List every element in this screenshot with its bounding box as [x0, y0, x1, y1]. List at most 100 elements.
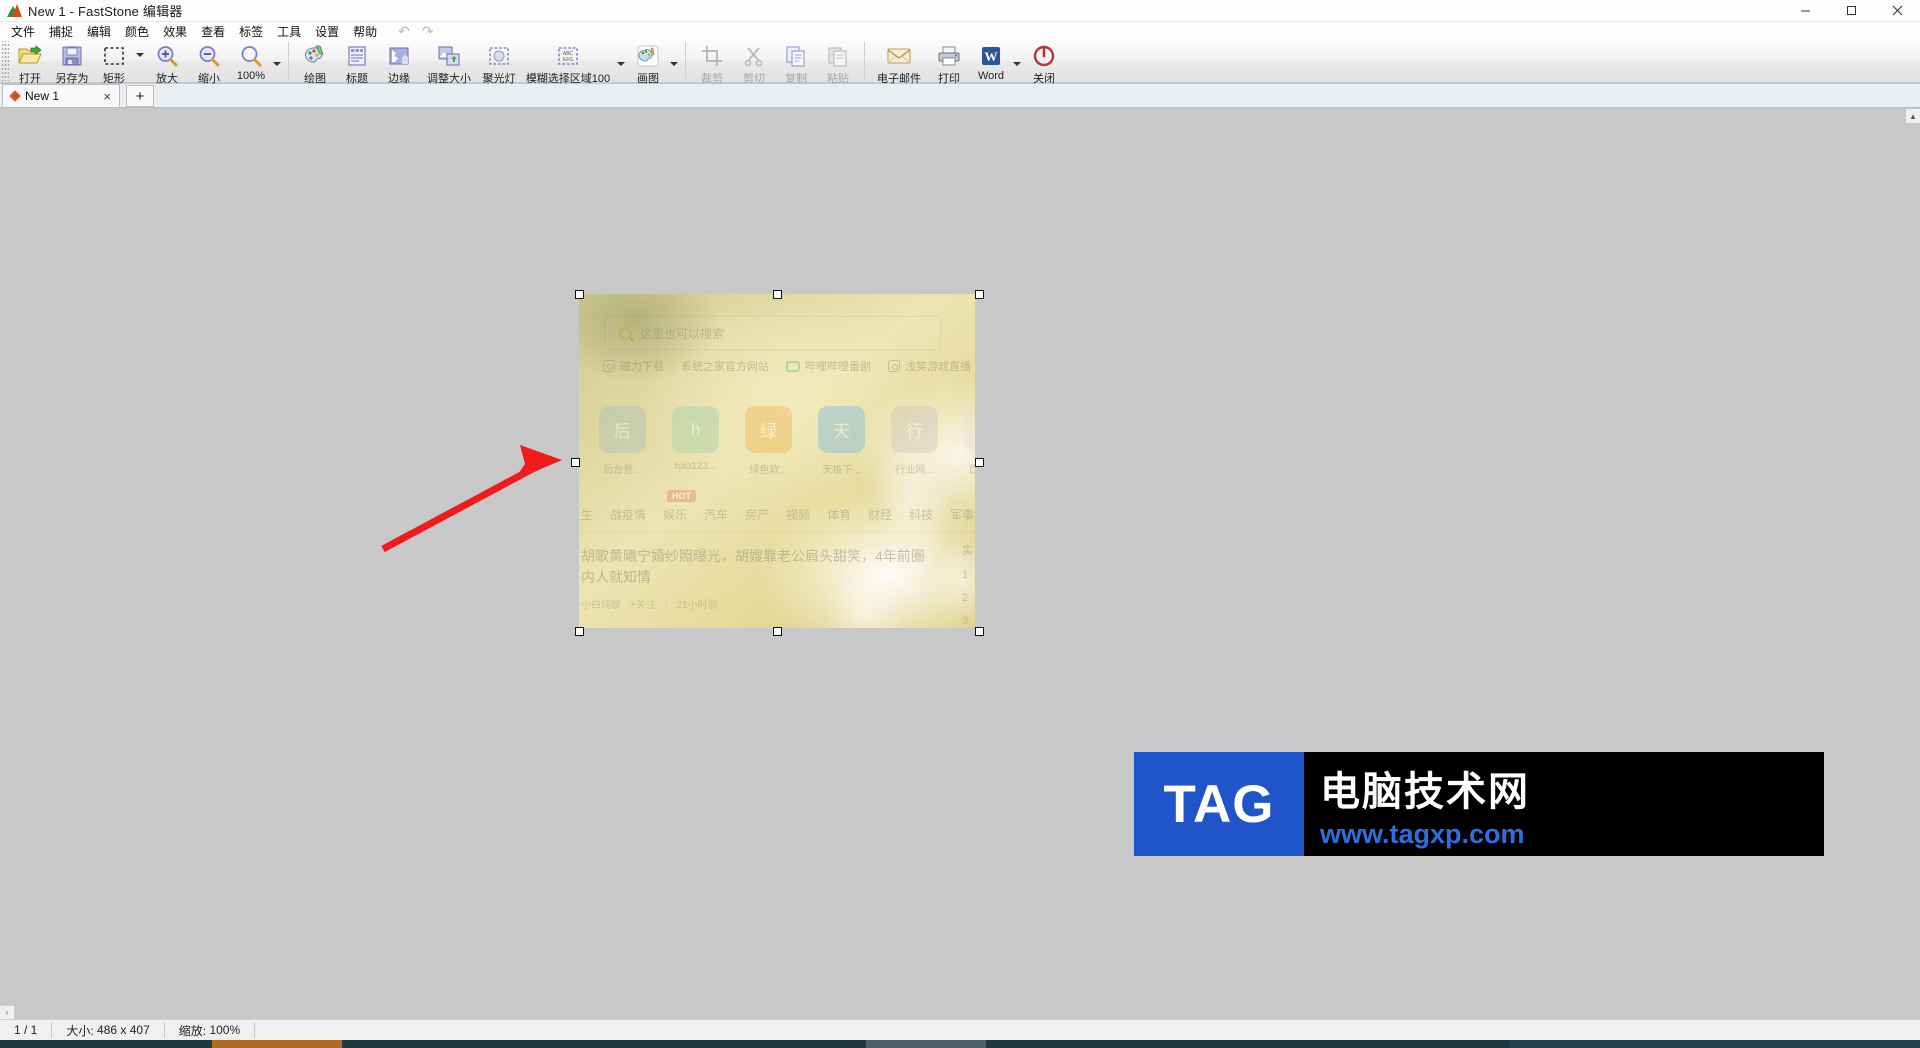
- toolbar-rectangle[interactable]: 矩形: [93, 40, 135, 86]
- tile-caption-3: 天极下...: [822, 465, 861, 476]
- menu-tools[interactable]: 工具: [270, 22, 308, 41]
- toolbar-paste[interactable]: 粘贴: [817, 40, 859, 86]
- quick-link-1[interactable]: 系统之家官方网站: [681, 358, 769, 374]
- toolbar-email[interactable]: 电子邮件: [870, 40, 928, 86]
- menu-help[interactable]: 帮助: [346, 22, 384, 41]
- homepage-search-box[interactable]: 这里也可以搜索: [605, 316, 941, 350]
- menu-file[interactable]: 文件: [4, 22, 42, 41]
- tile-caption-1: hao123...: [674, 461, 717, 472]
- tile-caption-4: 行业网...: [895, 465, 934, 476]
- selection-handle-s[interactable]: [772, 626, 782, 636]
- status-zoom: 缩放: 100%: [165, 1020, 254, 1041]
- canvas-scroll-left-button[interactable]: ‹: [0, 1005, 14, 1019]
- toolbar-open[interactable]: 打开: [9, 40, 51, 86]
- new-tab-button[interactable]: +: [126, 85, 154, 107]
- palette-draw-icon: [302, 43, 328, 69]
- toolbar-blur-region[interactable]: ABC EFG 模糊选择区域100: [520, 40, 616, 86]
- shortcut-tile[interactable]: 天 天极下...: [818, 406, 865, 476]
- pasted-screenshot-image[interactable]: 这里也可以搜索 磁力下载 系统之家官方网站 哔哩哔哩番剧 浅笑游戏直播 后 后台…: [579, 294, 975, 628]
- rectangle-dropdown-icon[interactable]: [136, 53, 144, 57]
- toolbar-grip[interactable]: [2, 41, 9, 81]
- image-canvas[interactable]: 这里也可以搜索 磁力下载 系统之家官方网站 哔哩哔哩番剧 浅笑游戏直播 后 后台…: [0, 109, 1920, 1019]
- tab-bar: New 1 × +: [0, 84, 1920, 108]
- quick-link-3[interactable]: 浅笑游戏直播: [888, 358, 971, 374]
- menu-view[interactable]: 查看: [194, 22, 232, 41]
- toolbar-save-as[interactable]: 另存为: [51, 40, 93, 86]
- news-follow-button[interactable]: +关注: [630, 596, 656, 611]
- maximize-button[interactable]: [1828, 0, 1874, 22]
- quick-link-3-label: 浅笑游戏直播: [905, 361, 971, 373]
- nav-item-2[interactable]: 娱乐: [663, 506, 687, 523]
- selection-handle-se[interactable]: [974, 626, 984, 636]
- toolbar-cut[interactable]: 剪切: [733, 40, 775, 86]
- nav-item-9[interactable]: 军事: [950, 506, 974, 523]
- edge-torn-icon: [386, 43, 412, 69]
- toolbar-resize[interactable]: 调整大小: [420, 40, 478, 86]
- toolbar-print[interactable]: 打印: [928, 40, 970, 86]
- toolbar-caption[interactable]: 标题: [336, 40, 378, 86]
- menu-capture[interactable]: 捕捉: [42, 22, 80, 41]
- nav-item-1[interactable]: 战疫情: [610, 506, 646, 523]
- play-icon: [888, 360, 900, 372]
- toolbar-zoom-out[interactable]: 缩小: [188, 40, 230, 86]
- quick-link-0[interactable]: 磁力下载: [603, 358, 664, 374]
- shortcut-tile[interactable]: h hao123...: [672, 406, 719, 476]
- nav-item-3[interactable]: 汽车: [704, 506, 728, 523]
- red-arrow-annotation[interactable]: [370, 439, 570, 564]
- blur-dropdown-icon[interactable]: [617, 62, 625, 66]
- nav-item-5[interactable]: 视频: [786, 506, 810, 523]
- paint-dropdown-icon[interactable]: [670, 62, 678, 66]
- toolbar-zoom-100[interactable]: 100%: [230, 40, 272, 82]
- toolbar-word[interactable]: W Word: [970, 40, 1012, 82]
- menu-color[interactable]: 颜色: [118, 22, 156, 41]
- menu-effects[interactable]: 效果: [156, 22, 194, 41]
- selection-handle-sw[interactable]: [574, 626, 584, 636]
- shortcut-tile[interactable]: 绿 绿色软...: [745, 406, 792, 476]
- menu-tags[interactable]: 标签: [232, 22, 270, 41]
- menu-edit[interactable]: 编辑: [80, 22, 118, 41]
- toolbar-crop[interactable]: 裁剪: [691, 40, 733, 86]
- tab-new-1[interactable]: New 1 ×: [2, 84, 120, 107]
- homepage-divider: [579, 531, 975, 532]
- shortcut-tile[interactable]: 行 行业网...: [891, 406, 938, 476]
- shortcut-tile[interactable]: 后 后台登...: [599, 406, 646, 476]
- rectangle-select-icon: [101, 43, 127, 69]
- minimize-button[interactable]: [1782, 0, 1828, 22]
- zoom-out-icon: [196, 43, 222, 69]
- selection-handle-e[interactable]: [974, 457, 984, 467]
- canvas-scroll-up-button[interactable]: ▲: [1906, 109, 1920, 123]
- news-headline[interactable]: 胡歌黄曦宁婚纱照曝光，胡嫂靠老公肩头甜笑，4年前圈内人就知情: [581, 546, 927, 588]
- undo-icon[interactable]: ↶: [398, 23, 410, 40]
- faststone-mountain-icon: [6, 3, 22, 19]
- nav-item-8[interactable]: 科技: [909, 506, 933, 523]
- selection-handle-ne[interactable]: [974, 289, 984, 299]
- rank-2: 2: [962, 592, 969, 604]
- side-label: 实: [962, 545, 973, 557]
- close-button[interactable]: [1874, 0, 1920, 22]
- toolbar-zoom-in[interactable]: 放大: [146, 40, 188, 86]
- toolbar-draw[interactable]: 绘图: [294, 40, 336, 86]
- toolbar-copy[interactable]: 复制: [775, 40, 817, 86]
- nav-item-6[interactable]: 体育: [827, 506, 851, 523]
- toolbar-edge[interactable]: 边缘: [378, 40, 420, 86]
- toolbar-close[interactable]: 关闭: [1023, 40, 1065, 86]
- toolbar-divider-2: [685, 42, 686, 80]
- nav-item-7[interactable]: 财经: [868, 506, 892, 523]
- quick-link-2[interactable]: 哔哩哔哩番剧: [786, 358, 871, 374]
- shortcut-tile[interactable]: 百 百度关...: [964, 406, 975, 476]
- word-dropdown-icon[interactable]: [1013, 62, 1021, 66]
- nav-item-0[interactable]: 生: [581, 506, 593, 523]
- toolbar-paint[interactable]: 画图: [627, 40, 669, 86]
- redo-icon[interactable]: ↷: [422, 23, 434, 40]
- toolbar-spotlight[interactable]: 聚光灯: [478, 40, 520, 86]
- rank-3: 3: [962, 615, 969, 627]
- rank-1: 1: [962, 569, 969, 581]
- tile-caption-0: 后台登...: [603, 465, 642, 476]
- selection-handle-nw[interactable]: [574, 289, 584, 299]
- menu-settings[interactable]: 设置: [308, 22, 346, 41]
- zoom-dropdown-icon[interactable]: [273, 62, 281, 66]
- nav-item-4[interactable]: 房产: [745, 506, 769, 523]
- tab-close-icon[interactable]: ×: [101, 90, 113, 103]
- selection-handle-n[interactable]: [772, 289, 782, 299]
- selection-handle-w[interactable]: [570, 457, 580, 467]
